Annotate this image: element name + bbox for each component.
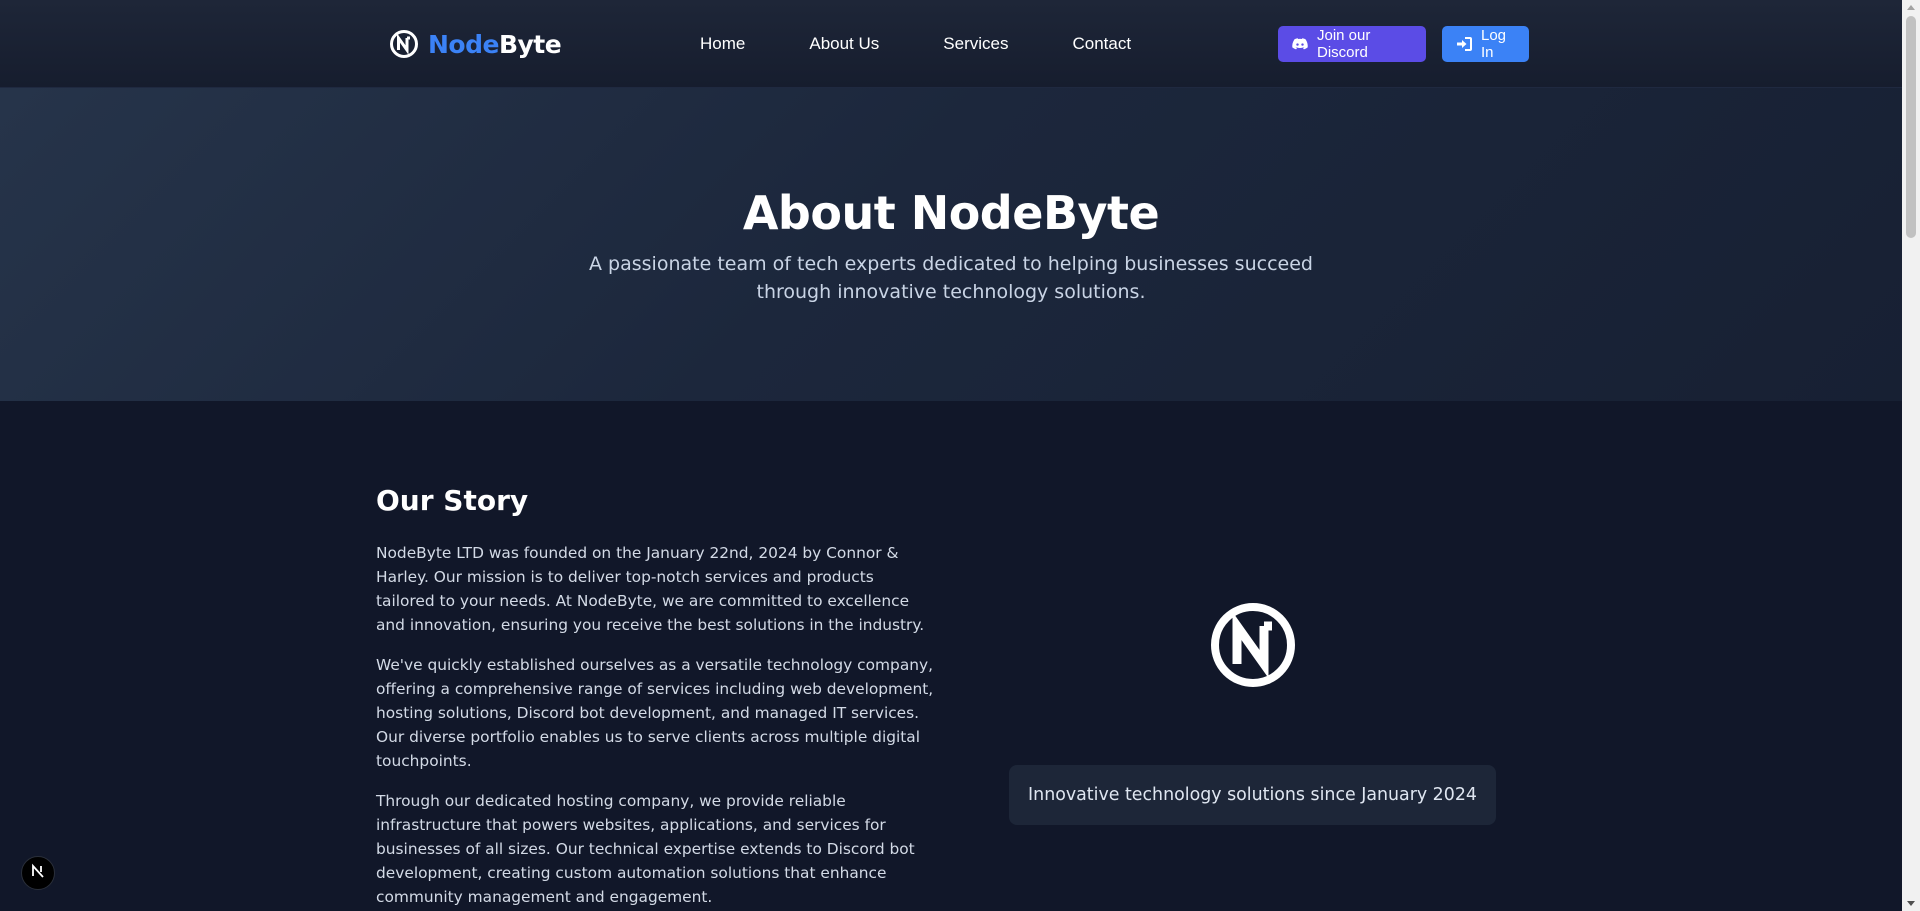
- main-nav: Home About Us Services Contact: [700, 33, 1131, 55]
- logo-text-byte: Byte: [498, 29, 562, 59]
- vertical-scrollbar[interactable]: [1902, 0, 1920, 911]
- hero-section: About NodeByte A passionate team of tech…: [0, 88, 1902, 401]
- nav-contact[interactable]: Contact: [1072, 33, 1131, 55]
- logo-text-node: Node: [428, 29, 499, 59]
- hero-subtitle: A passionate team of tech experts dedica…: [589, 253, 1313, 303]
- page: NodeByte Home About Us Services Contact …: [0, 0, 1902, 911]
- page-title: About NodeByte: [742, 186, 1160, 240]
- scrollbar-thumb[interactable]: [1906, 16, 1916, 238]
- nav-home[interactable]: Home: [700, 33, 745, 55]
- nodebyte-logo-icon: [389, 29, 419, 59]
- story-paragraph: We've quickly established ourselves as a…: [376, 656, 934, 770]
- site-logo[interactable]: NodeByte: [389, 26, 562, 62]
- scroll-down-icon[interactable]: [1907, 901, 1915, 906]
- story-paragraph: NodeByte LTD was founded on the January …: [376, 544, 925, 634]
- nodebyte-emblem-icon: [1210, 602, 1296, 692]
- tagline-card: Innovative technology solutions since Ja…: [1009, 765, 1496, 825]
- nextjs-dev-tools-button[interactable]: [21, 856, 55, 890]
- log-in-button[interactable]: Log In: [1442, 26, 1529, 62]
- nav-services[interactable]: Services: [943, 33, 1008, 55]
- our-story-text: NodeByte LTD was founded on the January …: [376, 541, 936, 911]
- sign-in-icon: [1456, 37, 1472, 51]
- tagline-text: Innovative technology solutions since Ja…: [1028, 785, 1477, 805]
- join-discord-button[interactable]: Join our Discord: [1278, 26, 1426, 62]
- nextjs-logo-icon: [30, 863, 46, 883]
- join-discord-label: Join our Discord: [1317, 27, 1371, 61]
- discord-icon: [1292, 37, 1308, 51]
- log-in-label: Log In: [1481, 27, 1507, 61]
- site-header: NodeByte Home About Us Services Contact …: [0, 0, 1902, 88]
- story-paragraph: Through our dedicated hosting company, w…: [376, 792, 915, 906]
- our-story-heading: Our Story: [376, 484, 529, 517]
- nav-about-us[interactable]: About Us: [809, 33, 879, 55]
- scroll-up-icon[interactable]: [1907, 5, 1915, 10]
- logo-text: NodeByte: [428, 29, 562, 59]
